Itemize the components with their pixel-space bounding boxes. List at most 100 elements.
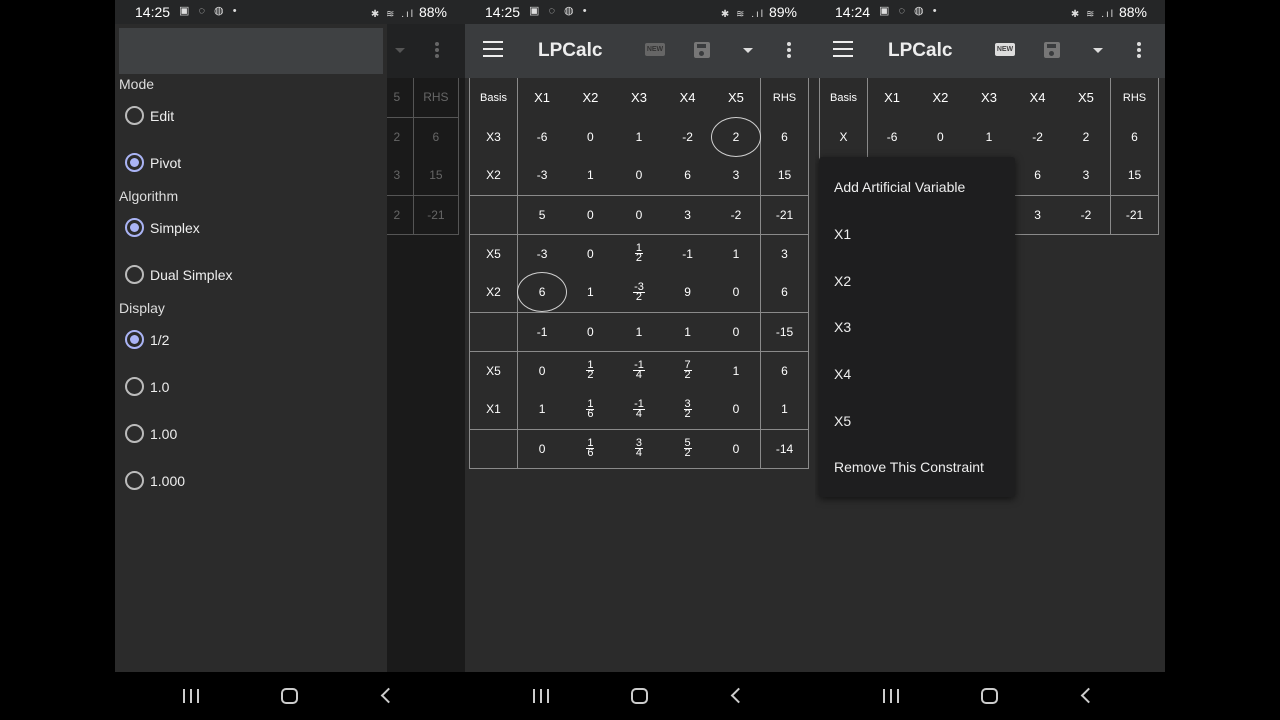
table-cell[interactable]: 3 (1013, 194, 1062, 235)
rhs-cell[interactable]: -21 (1110, 194, 1159, 235)
menu-icon[interactable] (483, 41, 503, 57)
save-icon[interactable] (694, 42, 710, 58)
table-cell[interactable]: -1 (517, 311, 567, 351)
dropdown-icon[interactable] (1093, 48, 1103, 53)
table-cell[interactable]: 32 (663, 390, 712, 429)
table-cell[interactable]: 6 (663, 156, 712, 195)
basis-cell[interactable]: X5 (469, 350, 518, 390)
table-cell[interactable]: 72 (663, 350, 712, 390)
radio-icon[interactable] (125, 471, 144, 490)
rhs-cell[interactable]: 6 (760, 117, 809, 156)
table-cell[interactable]: 1 (711, 350, 761, 390)
table-cell[interactable]: 6 (1013, 156, 1062, 195)
new-icon[interactable]: NEW (995, 43, 1015, 56)
rhs-cell[interactable]: 15 (1110, 156, 1159, 195)
save-icon[interactable] (1044, 42, 1060, 58)
rhs-cell[interactable]: -21 (760, 194, 809, 234)
recents-icon[interactable] (883, 689, 899, 703)
radio-selected-icon[interactable] (125, 218, 144, 237)
basis-cell[interactable]: X2 (469, 273, 518, 312)
menu-item-add-artificial[interactable]: Add Artificial Variable (834, 179, 965, 195)
table-cell[interactable]: 0 (712, 273, 761, 312)
table-cell[interactable]: -1 4 (615, 390, 664, 429)
table-cell[interactable]: -1 (663, 233, 712, 273)
table-cell[interactable]: 9 (663, 273, 712, 312)
table-cell[interactable]: 16 (566, 428, 615, 469)
basis-cell[interactable]: X1 (469, 390, 518, 429)
pivot-cell[interactable]: 2 (710, 116, 761, 157)
home-icon[interactable] (981, 688, 998, 704)
back-icon[interactable] (380, 687, 397, 704)
table-cell[interactable]: 0 (517, 350, 567, 390)
table-cell[interactable]: -2 (663, 117, 712, 156)
table-cell[interactable]: -6 (518, 117, 567, 156)
table-cell[interactable]: 1 (965, 117, 1014, 156)
back-icon[interactable] (1080, 687, 1097, 704)
table-cell[interactable]: 3 (1062, 156, 1111, 195)
home-icon[interactable] (631, 688, 648, 704)
table-cell[interactable]: 1 (663, 311, 712, 351)
recents-icon[interactable] (533, 689, 549, 703)
radio-icon[interactable] (125, 377, 144, 396)
more-vert-icon[interactable] (1137, 42, 1141, 58)
menu-item-x3[interactable]: X3 (834, 319, 851, 335)
rhs-cell[interactable]: 15 (760, 156, 809, 195)
radio-selected-icon[interactable] (125, 153, 144, 172)
table-cell[interactable]: -2 (1013, 117, 1062, 156)
table-cell[interactable]: 0 (566, 117, 615, 156)
basis-cell[interactable]: X (819, 117, 868, 156)
table-cell[interactable]: -3 (518, 156, 567, 195)
rhs-cell[interactable]: 1 (760, 390, 809, 429)
table-cell[interactable]: 52 (663, 428, 712, 469)
table-cell[interactable]: 34 (614, 428, 664, 469)
table-cell[interactable]: -2 (1061, 194, 1111, 235)
table-cell[interactable]: 1 (518, 390, 567, 429)
menu-item-x1[interactable]: X1 (834, 226, 851, 242)
rhs-cell[interactable]: -14 (760, 428, 809, 469)
more-vert-icon[interactable] (787, 42, 791, 58)
table-cell[interactable]: 1 (711, 233, 761, 273)
dropdown-icon[interactable] (743, 48, 753, 53)
table-cell[interactable]: 5 (517, 194, 567, 234)
drawer-scrim[interactable]: 5 RHS 26 3 15 2 -21 (387, 24, 465, 672)
table-cell[interactable]: 1 (615, 117, 664, 156)
rhs-cell[interactable]: -15 (760, 311, 809, 351)
table-cell[interactable]: 1 (566, 156, 615, 195)
radio-selected-icon[interactable] (125, 330, 144, 349)
table-cell[interactable]: 2 (1062, 117, 1111, 156)
table-cell[interactable]: -1 4 (614, 350, 664, 390)
table-cell[interactable]: 0 (517, 428, 567, 469)
table-cell[interactable]: 0 (711, 311, 761, 351)
rhs-cell[interactable]: 3 (760, 233, 809, 273)
back-icon[interactable] (730, 687, 747, 704)
rhs-cell[interactable]: 6 (1110, 117, 1159, 156)
rhs-cell[interactable]: 6 (760, 350, 809, 390)
table-cell[interactable]: -3 (517, 233, 567, 273)
table-cell[interactable]: 12 (566, 350, 615, 390)
table-cell[interactable]: -3 2 (615, 273, 664, 312)
radio-icon[interactable] (125, 106, 144, 125)
menu-item-x2[interactable]: X2 (834, 273, 851, 289)
table-cell[interactable]: 12 (614, 233, 664, 273)
table-cell[interactable]: -2 (711, 194, 761, 234)
radio-icon[interactable] (125, 424, 144, 443)
table-cell[interactable]: 0 (566, 194, 615, 234)
table-cell[interactable]: 1 (614, 311, 664, 351)
menu-item-x5[interactable]: X5 (834, 413, 851, 429)
menu-item-remove-constraint[interactable]: Remove This Constraint (834, 459, 984, 475)
table-cell[interactable]: 0 (916, 117, 965, 156)
basis-cell[interactable]: X5 (469, 233, 518, 273)
basis-cell[interactable]: X3 (469, 117, 518, 156)
rhs-cell[interactable]: 6 (760, 273, 809, 312)
table-cell[interactable]: 16 (566, 390, 615, 429)
recents-icon[interactable] (183, 689, 199, 703)
table-cell[interactable]: 1 (566, 273, 615, 312)
new-icon[interactable]: NEW (645, 43, 665, 56)
pivot-cell[interactable]: 6 (517, 272, 568, 313)
table-cell[interactable]: 0 (712, 390, 761, 429)
table-cell[interactable]: 3 (712, 156, 761, 195)
table-cell[interactable]: -6 (868, 117, 917, 156)
menu-item-x4[interactable]: X4 (834, 366, 851, 382)
table-cell[interactable]: 0 (711, 428, 761, 469)
menu-icon[interactable] (833, 41, 853, 57)
